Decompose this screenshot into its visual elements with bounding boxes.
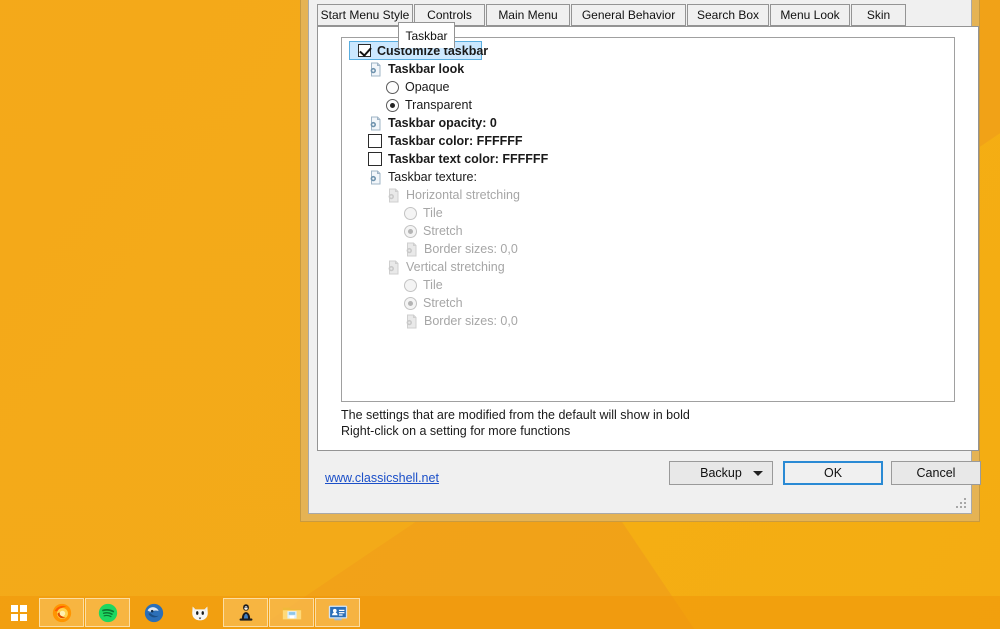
tab-label: Controls [427, 8, 472, 22]
tab-label: Main Menu [498, 8, 557, 22]
tree-item-label: Taskbar look [388, 60, 464, 78]
fox-face-icon [189, 602, 211, 624]
color-swatch-icon[interactable] [368, 134, 382, 148]
setting-gear-icon [368, 62, 383, 77]
folder-icon [281, 602, 303, 624]
tree-item-taskbar-opacity-0[interactable]: Taskbar opacity: 0 [342, 114, 954, 132]
tree-item-border-sizes-0-0[interactable]: Border sizes: 0,0 [342, 240, 954, 258]
taskbar-item-thunderbird[interactable] [131, 598, 176, 627]
setting-gear-icon [386, 188, 401, 203]
chevron-down-icon [753, 471, 763, 476]
tree-item-label: Taskbar texture: [388, 168, 477, 186]
tree-item-tile[interactable]: Tile [342, 276, 954, 294]
color-swatch-icon[interactable] [368, 152, 382, 166]
dialog-client-area: Start Menu Style Controls Main Menu Gene… [308, 0, 972, 514]
checkbox-icon[interactable] [358, 44, 371, 57]
tree-item-horizontal-stretching[interactable]: Horizontal stretching [342, 186, 954, 204]
radio-button-icon[interactable] [404, 207, 417, 220]
windows-logo-icon [11, 605, 27, 621]
taskbar-item-remote-desktop[interactable] [315, 598, 360, 627]
tree-item-label: Opaque [405, 78, 449, 96]
radio-button-icon[interactable] [404, 279, 417, 292]
tree-item-label: Vertical stretching [406, 258, 505, 276]
tab-main-menu[interactable]: Main Menu [486, 4, 570, 26]
taskbar-item-spotify[interactable] [85, 598, 130, 627]
tree-item-label: Taskbar text color: FFFFFF [388, 150, 548, 168]
tree-item-label: Stretch [423, 294, 463, 312]
tree-item-label: Border sizes: 0,0 [424, 240, 518, 258]
setting-gear-icon [404, 242, 419, 257]
radio-button-icon[interactable] [404, 225, 417, 238]
penguin-figure-icon [235, 602, 257, 624]
tree-item-stretch[interactable]: Stretch [342, 294, 954, 312]
tree-item-tile[interactable]: Tile [342, 204, 954, 222]
thunderbird-icon [143, 602, 165, 624]
start-button[interactable] [0, 596, 38, 629]
radio-button-icon[interactable] [386, 81, 399, 94]
tab-label: Skin [867, 8, 890, 22]
taskbar-item-firefox[interactable] [39, 598, 84, 627]
tree-item-label: Taskbar opacity: 0 [388, 114, 497, 132]
dialog-titlebar-strip [309, 0, 971, 2]
tree-item-taskbar-texture[interactable]: Taskbar texture: [342, 168, 954, 186]
tree-item-label: Horizontal stretching [406, 186, 520, 204]
tree-item-transparent[interactable]: Transparent [342, 96, 954, 114]
tree-item-label: Transparent [405, 96, 472, 114]
tree-item-label: Taskbar color: FFFFFF [388, 132, 523, 150]
hint-line-1: The settings that are modified from the … [341, 408, 690, 424]
taskbar-tab-page: Customize taskbarTaskbar lookOpaqueTrans… [317, 26, 979, 451]
tree-item-taskbar-color-ffffff[interactable]: Taskbar color: FFFFFF [342, 132, 954, 150]
tab-menu-look[interactable]: Menu Look [770, 4, 850, 26]
remote-desktop-icon [327, 602, 349, 624]
tree-item-taskbar-look[interactable]: Taskbar look [342, 60, 954, 78]
taskbar-item-white-fox[interactable] [177, 598, 222, 627]
taskbar[interactable] [0, 596, 1000, 629]
setting-gear-icon [368, 116, 383, 131]
cancel-button[interactable]: Cancel [891, 461, 981, 485]
dialog-footer: www.classicshell.net Backup OK Cancel [317, 461, 979, 501]
classicshell-website-link[interactable]: www.classicshell.net [325, 471, 439, 485]
tree-item-stretch[interactable]: Stretch [342, 222, 954, 240]
tree-item-label: Tile [423, 204, 443, 222]
spotify-icon [97, 602, 119, 624]
backup-button[interactable]: Backup [669, 461, 773, 485]
backup-button-label: Backup [700, 466, 742, 480]
tab-search-box[interactable]: Search Box [687, 4, 769, 26]
tree-item-label: Border sizes: 0,0 [424, 312, 518, 330]
hint-line-2: Right-click on a setting for more functi… [341, 424, 690, 440]
hint-text: The settings that are modified from the … [341, 408, 690, 439]
tree-item-label: Stretch [423, 222, 463, 240]
firefox-icon [51, 602, 73, 624]
ok-button[interactable]: OK [783, 461, 883, 485]
tree-item-vertical-stretching[interactable]: Vertical stretching [342, 258, 954, 276]
setting-gear-icon [386, 260, 401, 275]
radio-button-icon[interactable] [404, 297, 417, 310]
tree-item-opaque[interactable]: Opaque [342, 78, 954, 96]
tree-item-border-sizes-0-0[interactable]: Border sizes: 0,0 [342, 312, 954, 330]
ok-button-label: OK [824, 466, 842, 480]
settings-tree[interactable]: Customize taskbarTaskbar lookOpaqueTrans… [341, 37, 955, 402]
setting-gear-icon [404, 314, 419, 329]
resize-grip[interactable] [956, 498, 968, 510]
setting-gear-icon [368, 170, 383, 185]
tab-label: Menu Look [780, 8, 839, 22]
tab-label: Search Box [697, 8, 759, 22]
tab-label: Taskbar [405, 29, 447, 43]
tab-label: Start Menu Style [321, 8, 410, 22]
tab-general-behavior[interactable]: General Behavior [571, 4, 686, 26]
tab-skin[interactable]: Skin [851, 4, 906, 26]
radio-button-icon[interactable] [386, 99, 399, 112]
tab-taskbar[interactable]: Taskbar [398, 22, 455, 48]
tree-item-label: Tile [423, 276, 443, 294]
taskbar-item-penguin-figure[interactable] [223, 598, 268, 627]
classic-shell-settings-window[interactable]: Start Menu Style Controls Main Menu Gene… [300, 0, 980, 522]
tab-label: General Behavior [582, 8, 675, 22]
cancel-button-label: Cancel [917, 466, 956, 480]
tree-item-taskbar-text-color-ffffff[interactable]: Taskbar text color: FFFFFF [342, 150, 954, 168]
taskbar-item-file-explorer[interactable] [269, 598, 314, 627]
